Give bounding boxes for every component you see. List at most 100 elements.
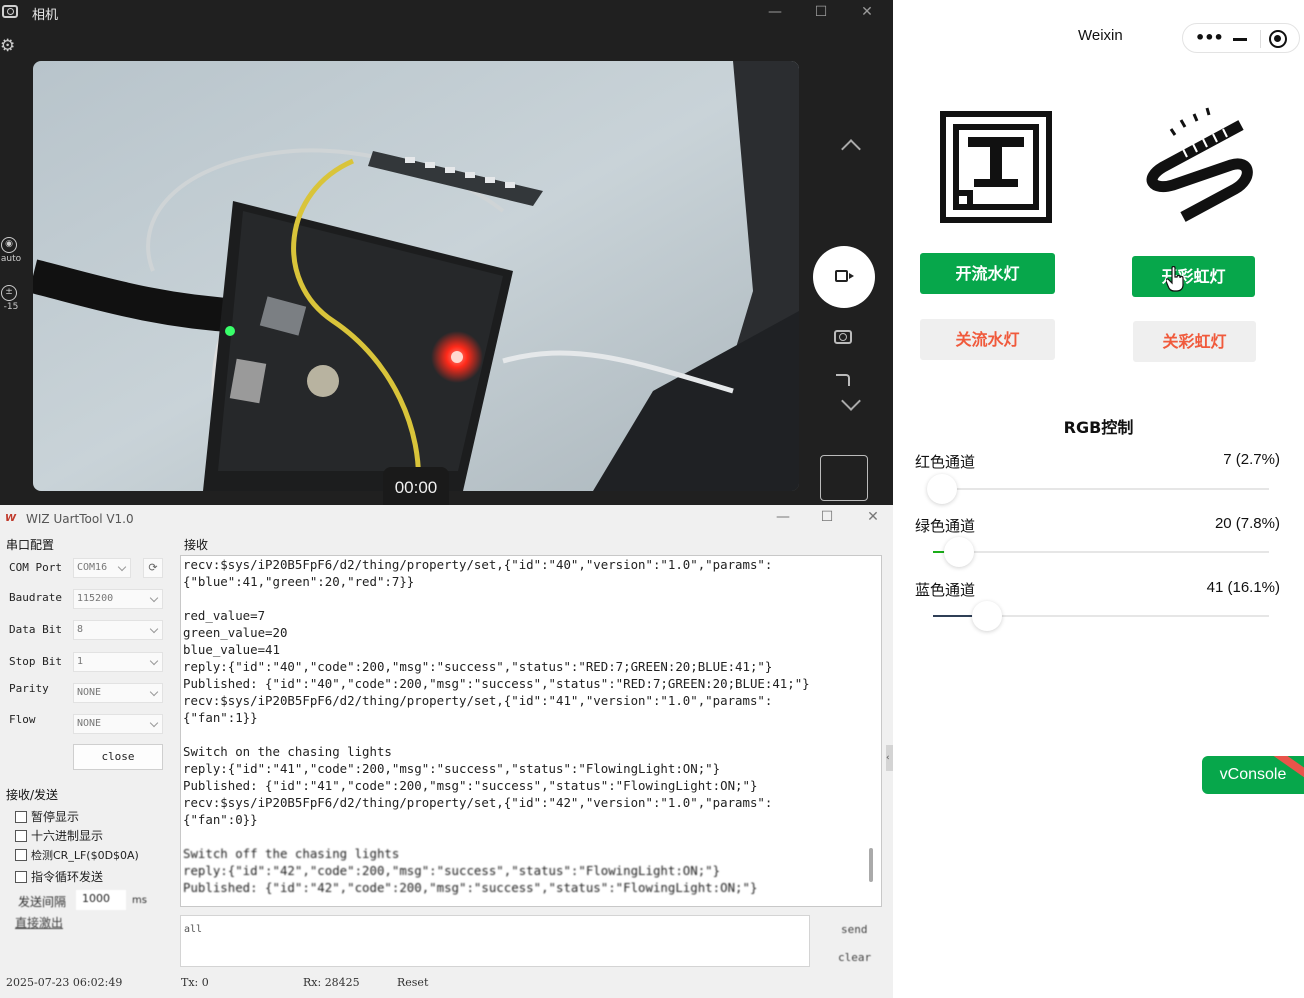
flow-label: Flow: [9, 713, 36, 726]
receive-line: {"fan":1}}: [183, 710, 258, 725]
more-icon[interactable]: •••: [1195, 29, 1224, 47]
splitter-handle[interactable]: ‹: [886, 745, 893, 771]
data-bit-select[interactable]: 8: [73, 620, 163, 640]
chevron-up-icon[interactable]: [841, 139, 861, 159]
auto-label: auto: [0, 254, 22, 264]
receive-line: Switch off the chasing lights: [183, 846, 400, 861]
vconsole-label: vConsole: [1219, 766, 1287, 783]
clear-button[interactable]: clear: [838, 951, 871, 964]
clear-link[interactable]: 直接激出: [15, 914, 63, 931]
hex-display-label: 十六进制显示: [31, 829, 104, 843]
last-capture-thumbnail[interactable]: [820, 455, 868, 501]
send-recv-title: 接收/发送: [6, 788, 59, 802]
status-tx-count: Tx: 0: [181, 976, 209, 989]
weixin-title: Weixin: [1078, 27, 1123, 44]
chevron-down-icon: [149, 687, 159, 697]
receive-line: reply:{"id":"41","code":200,"msg":"succe…: [183, 761, 721, 776]
settings-gear-icon[interactable]: ⚙: [0, 36, 20, 56]
uart-close-button[interactable]: ✕: [858, 509, 888, 529]
checkbox-box: [15, 871, 27, 883]
com-port-select[interactable]: COM16: [73, 558, 131, 578]
rotate-icon[interactable]: [836, 374, 850, 386]
receive-line: green_value=20: [183, 625, 288, 640]
interval-label: 发送间隔: [18, 895, 67, 909]
preview-scene-image: [33, 61, 799, 491]
stop-bit-select[interactable]: 1: [73, 652, 163, 672]
minimize-button[interactable]: —: [752, 0, 798, 26]
close-port-button[interactable]: close: [73, 744, 163, 770]
pause-display-checkbox[interactable]: 暂停显示: [15, 808, 79, 825]
receive-line: recv:$sys/iP20B5FpF6/d2/thing/property/s…: [183, 795, 773, 810]
minimize-icon[interactable]: [1233, 38, 1247, 41]
red-channel-slider[interactable]: [927, 474, 1269, 504]
receive-line: recv:$sys/iP20B5FpF6/d2/thing/property/s…: [183, 693, 773, 708]
photo-mode-icon[interactable]: [834, 330, 852, 344]
interval-input[interactable]: 1000: [76, 890, 126, 910]
red-channel-value: 7 (2.7%): [1223, 451, 1280, 468]
receive-line: Published: {"id":"41","code":200,"msg":"…: [183, 778, 758, 793]
hand-cursor-icon: [1166, 266, 1184, 292]
auto-control[interactable]: ◉ auto: [0, 237, 22, 264]
flowing-light-off-button[interactable]: 关流水灯: [920, 319, 1055, 360]
uart-minimize-button[interactable]: —: [768, 509, 798, 529]
rainbow-light-off-button[interactable]: 关彩虹灯: [1133, 321, 1256, 362]
red-channel-label: 红色通道: [915, 453, 976, 471]
scrollbar-thumb[interactable]: [869, 848, 873, 882]
camera-titlebar: 相机 — ☐ ✕: [0, 0, 893, 26]
chevron-down-icon: [149, 656, 159, 666]
parity-label: Parity: [9, 682, 49, 695]
green-channel-slider[interactable]: [933, 537, 1269, 567]
green-channel-value: 20 (7.8%): [1214, 515, 1280, 532]
wiz-logo-icon: W: [5, 513, 17, 524]
data-bit-value: 8: [77, 624, 84, 635]
green-channel-label: 绿色通道: [915, 517, 976, 535]
camera-app-icon: [2, 5, 18, 18]
uart-maximize-button[interactable]: ☐: [812, 509, 842, 529]
checkbox-box: [15, 830, 27, 842]
focus-icon: ◉: [1, 237, 17, 253]
camera-window: 相机 — ☐ ✕ ⚙ ◉ auto ± -15 00:00: [0, 0, 893, 505]
loop-send-checkbox[interactable]: 指令循环发送: [15, 868, 103, 885]
close-miniprogram-icon[interactable]: [1269, 30, 1287, 48]
exposure-value: -15: [3, 302, 19, 312]
rainbow-light-on-button[interactable]: 开彩虹灯: [1132, 256, 1255, 297]
receive-line: {"fan":0}}: [183, 812, 258, 827]
blue-channel-label: 蓝色通道: [915, 581, 976, 599]
reset-counter-button[interactable]: Reset: [397, 976, 428, 989]
send-button[interactable]: send: [841, 923, 868, 936]
receive-line: Published: {"id":"40","code":200,"msg":"…: [183, 676, 810, 691]
receive-log[interactable]: recv:$sys/iP20B5FpF6/d2/thing/property/s…: [180, 555, 882, 907]
com-port-value: COM16: [77, 562, 108, 573]
receive-line: [181, 590, 881, 607]
receive-line: Published: {"id":"42","code":200,"msg":"…: [183, 880, 758, 895]
send-input[interactable]: all: [180, 915, 810, 967]
chevron-down-icon: [149, 624, 159, 634]
uart-tool-window: W WIZ UartTool V1.0 — ☐ ✕ 串口配置 COM Port …: [0, 505, 893, 998]
baudrate-select[interactable]: 115200: [73, 589, 163, 609]
data-bit-label: Data Bit: [9, 623, 62, 636]
miniprogram-capsule: •••: [1182, 23, 1300, 53]
video-record-button[interactable]: [813, 246, 875, 308]
hex-display-checkbox[interactable]: 十六进制显示: [15, 827, 103, 844]
rgb-control-title: RGB控制: [1063, 418, 1134, 437]
flow-select[interactable]: NONE: [73, 714, 163, 734]
stop-bit-value: 1: [77, 656, 84, 667]
blue-channel-knob[interactable]: [972, 601, 1002, 631]
receive-line: [181, 828, 881, 845]
refresh-icon[interactable]: ⟳: [143, 558, 163, 578]
chevron-down-icon: [149, 718, 159, 728]
vconsole-button[interactable]: vConsole: [1202, 756, 1304, 794]
blue-channel-slider[interactable]: [933, 601, 1269, 631]
video-camera-icon: [835, 270, 854, 282]
red-channel-knob[interactable]: [927, 474, 957, 504]
parity-select[interactable]: NONE: [73, 683, 163, 703]
chevron-down-icon[interactable]: [841, 391, 861, 411]
flowing-light-on-button[interactable]: 开流水灯: [920, 253, 1055, 294]
camera-controls-rail: [810, 0, 880, 505]
blue-channel-value: 41 (16.1%): [1206, 579, 1280, 596]
checkbox-box: [15, 811, 27, 823]
green-channel-knob[interactable]: [944, 537, 974, 567]
detect-crlf-checkbox[interactable]: 检测CR_LF($0D$0A): [15, 847, 139, 863]
serial-config-title: 串口配置: [6, 538, 55, 552]
exposure-control[interactable]: ± -15: [0, 285, 22, 312]
